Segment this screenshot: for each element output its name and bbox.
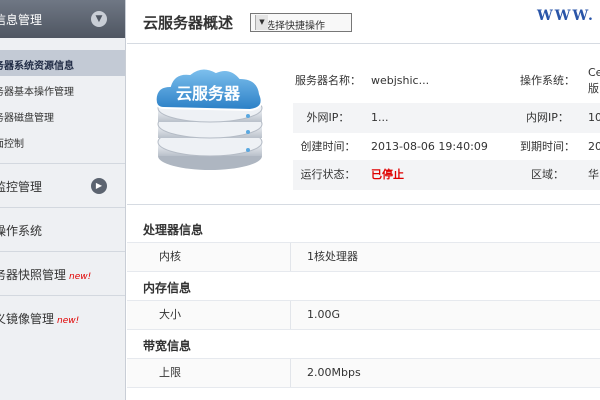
chevron-right-icon[interactable]: ▶ xyxy=(91,178,107,194)
cpu-section-title: 处理器信息 xyxy=(143,223,204,237)
server-name-value: webjshic... xyxy=(371,74,430,87)
sidebar: 信息管理 ▼ 务器系统资源信息 务器基本操作管理 务器磁盘管理 面控制 监控管理… xyxy=(0,0,126,400)
created-time-label: 创建时间： xyxy=(300,140,356,153)
sidebar-item-label: 监控管理 xyxy=(0,180,43,194)
region-label: 区域： xyxy=(531,168,564,181)
quick-action-select[interactable]: 请选择快捷操作 ▼ xyxy=(250,13,352,32)
sidebar-item-label: 务器快照管理 xyxy=(0,268,67,282)
dropdown-arrow-icon[interactable]: ▼ xyxy=(255,15,268,30)
column-divider xyxy=(290,301,291,329)
chevron-down-icon[interactable]: ▼ xyxy=(91,11,107,27)
sidebar-item-monitoring[interactable]: 监控管理 ▶ xyxy=(0,163,125,207)
memory-section-title: 内存信息 xyxy=(143,281,192,295)
os-label: 操作系统： xyxy=(520,74,575,87)
sidebar-item-custom-image[interactable]: 义镜像管理 new! xyxy=(0,295,125,339)
sidebar-item-basic-operations[interactable]: 务器基本操作管理 xyxy=(0,76,125,102)
info-row-time: 创建时间： 2013-08-06 19:40:09 到期时间： 20 xyxy=(293,132,600,162)
memory-size-value: 1.00G xyxy=(307,308,341,321)
bandwidth-limit-value: 2.00Mbps xyxy=(307,366,361,379)
new-badge: new! xyxy=(69,272,92,282)
sidebar-item-disk-management[interactable]: 务器磁盘管理 xyxy=(0,102,125,128)
bandwidth-row: 上限 2.00Mbps xyxy=(127,358,600,388)
memory-size-label: 大小 xyxy=(159,308,181,321)
sidebar-section-info-management[interactable]: 信息管理 ▼ xyxy=(0,0,125,38)
bandwidth-section-title: 带宽信息 xyxy=(143,339,192,353)
os-value: Ce xyxy=(588,66,600,79)
created-time-value: 2013-08-06 19:40:09 xyxy=(371,140,488,153)
server-name-label: 服务器名称： xyxy=(295,74,361,87)
cpu-row: 内核 1核处理器 xyxy=(127,242,600,272)
bandwidth-limit-label: 上限 xyxy=(159,366,181,379)
sidebar-item-label: 操作系统 xyxy=(0,224,43,238)
info-row-status: 运行状态： 已停止 区域： 华 xyxy=(293,160,600,190)
sidebar-item-label: 务器系统资源信息 xyxy=(0,61,74,72)
private-ip-value: 10 xyxy=(588,111,600,124)
sidebar-item-system-resources[interactable]: 务器系统资源信息 xyxy=(0,50,125,76)
memory-row: 大小 1.00G xyxy=(127,300,600,330)
server-art-label: 云服务器 xyxy=(176,84,241,103)
server-cloud-icon: 云服务器 xyxy=(150,66,270,176)
divider xyxy=(127,204,600,205)
sidebar-item-snapshot[interactable]: 务器快照管理 new! xyxy=(0,251,125,295)
region-value: 华 xyxy=(588,168,599,181)
status-value: 已停止 xyxy=(371,168,404,181)
cpu-cores-value: 1核处理器 xyxy=(307,250,358,263)
sidebar-item-panel-control[interactable]: 面控制 xyxy=(0,128,125,154)
page-title: 云服务器概述 xyxy=(143,14,234,32)
cpu-cores-label: 内核 xyxy=(159,250,181,263)
new-badge: new! xyxy=(57,316,80,326)
status-label: 运行状态： xyxy=(300,168,356,181)
column-divider xyxy=(290,243,291,271)
public-ip-value: 1... xyxy=(371,111,389,124)
sidebar-item-label: 务器磁盘管理 xyxy=(0,113,54,124)
brand-logo: WWW. V xyxy=(537,8,600,24)
sidebar-item-label: 义镜像管理 xyxy=(0,312,55,326)
public-ip-label: 外网IP： xyxy=(306,111,350,124)
top-bar: 云服务器概述 请选择快捷操作 ▼ WWW. V xyxy=(127,0,600,44)
os-value-line2: 版 xyxy=(588,82,599,95)
sidebar-item-os[interactable]: 操作系统 xyxy=(0,207,125,251)
expire-time-value: 20 xyxy=(588,140,600,153)
private-ip-label: 内网IP： xyxy=(526,111,569,124)
info-row-ip: 外网IP： 1... 内网IP： 10 xyxy=(293,103,600,133)
sidebar-section-label: 信息管理 xyxy=(0,13,43,27)
sidebar-item-label: 务器基本操作管理 xyxy=(0,87,74,98)
sidebar-item-label: 面控制 xyxy=(0,139,24,150)
expire-time-label: 到期时间： xyxy=(520,140,575,153)
info-row-name: 服务器名称： webjshic... 操作系统： Ce 版 xyxy=(293,64,600,98)
column-divider xyxy=(290,359,291,387)
